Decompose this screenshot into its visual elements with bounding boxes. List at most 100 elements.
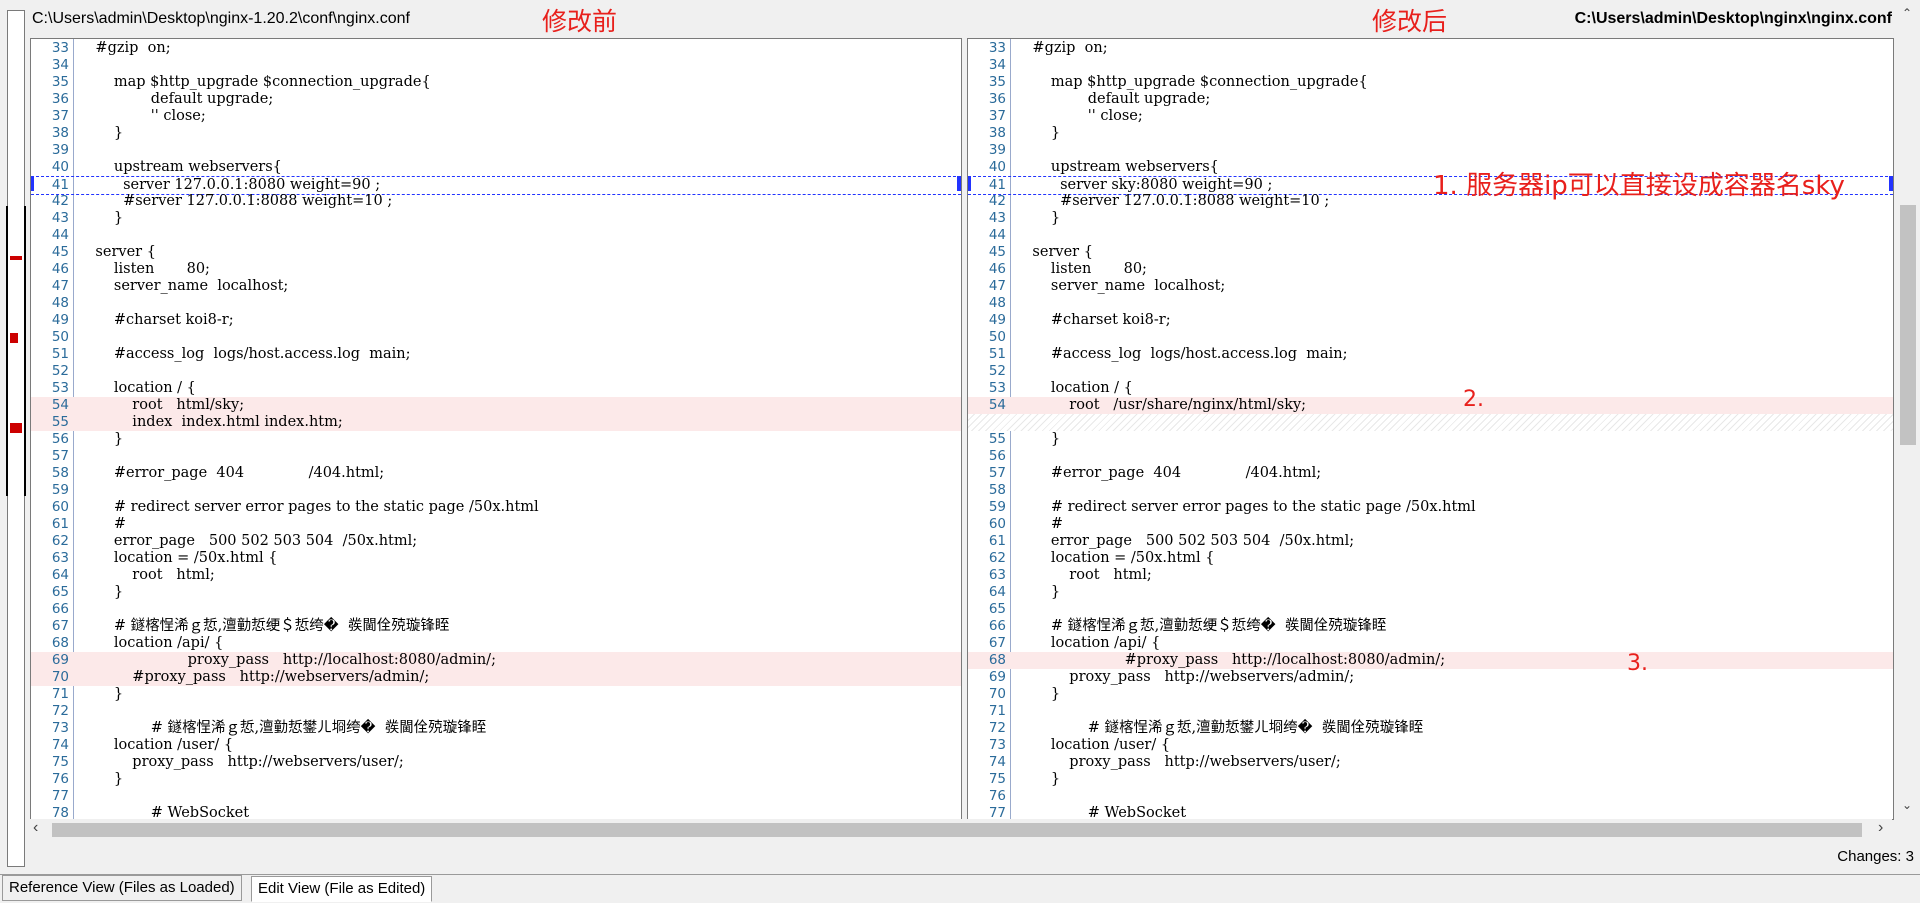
- code-line[interactable]: 77: [31, 788, 961, 805]
- code-line[interactable]: 63 location = /50x.html {: [31, 550, 961, 567]
- code-line[interactable]: 34: [31, 57, 961, 74]
- code-line[interactable]: 38 }: [968, 125, 1893, 142]
- code-line[interactable]: 70 }: [968, 686, 1893, 703]
- code-line[interactable]: 45 server {: [968, 244, 1893, 261]
- code-line[interactable]: 68 #proxy_pass http://localhost:8080/adm…: [968, 652, 1893, 669]
- code-line[interactable]: 47 server_name localhost;: [968, 278, 1893, 295]
- code-line[interactable]: 47 server_name localhost;: [31, 278, 961, 295]
- change-marker[interactable]: [10, 333, 18, 343]
- code-line[interactable]: 40 upstream webservers{: [31, 159, 961, 176]
- code-line[interactable]: 62 error_page 500 502 503 504 /50x.html;: [31, 533, 961, 550]
- code-line[interactable]: 74 proxy_pass http://webservers/user/;: [968, 754, 1893, 771]
- code-line[interactable]: 54 root html/sky;: [31, 397, 961, 414]
- code-line[interactable]: 66: [31, 601, 961, 618]
- horizontal-scrollbar[interactable]: ‹ ›: [30, 819, 1892, 841]
- change-marker[interactable]: [10, 256, 22, 260]
- code-line[interactable]: 65 }: [31, 584, 961, 601]
- code-line[interactable]: 35 map $http_upgrade $connection_upgrade…: [31, 74, 961, 91]
- code-line[interactable]: 71 }: [31, 686, 961, 703]
- scroll-up-icon[interactable]: ⌃: [1902, 6, 1912, 20]
- right-editor-pane[interactable]: 33 #gzip on; 34 35 map $http_upgrade $conn…: [967, 38, 1894, 820]
- code-line[interactable]: 60 # redirect server error pages to the …: [31, 499, 961, 516]
- code-line[interactable]: 59: [31, 482, 961, 499]
- code-line[interactable]: 46 listen 80;: [968, 261, 1893, 278]
- code-line[interactable]: 65: [968, 601, 1893, 618]
- code-line[interactable]: 49 #charset koi8-r;: [968, 312, 1893, 329]
- vertical-scrollbar[interactable]: ⌃ ⌄: [1896, 0, 1920, 826]
- code-line[interactable]: 70 #proxy_pass http://webservers/admin/;: [31, 669, 961, 686]
- code-line[interactable]: 75 }: [968, 771, 1893, 788]
- code-line[interactable]: 37 '' close;: [31, 108, 961, 125]
- code-line[interactable]: 63 root html;: [968, 567, 1893, 584]
- code-line[interactable]: 44: [31, 227, 961, 244]
- code-line[interactable]: 61 #: [31, 516, 961, 533]
- code-line[interactable]: 56: [968, 448, 1893, 465]
- code-line[interactable]: [968, 414, 1893, 431]
- code-line[interactable]: 76: [968, 788, 1893, 805]
- change-marker[interactable]: [10, 423, 22, 433]
- code-line[interactable]: 72: [31, 703, 961, 720]
- code-line[interactable]: 43 }: [968, 210, 1893, 227]
- code-line[interactable]: 54 root /usr/share/nginx/html/sky;: [968, 397, 1893, 414]
- code-line[interactable]: 44: [968, 227, 1893, 244]
- code-line[interactable]: 39: [968, 142, 1893, 159]
- scroll-left-icon[interactable]: ‹: [33, 819, 38, 837]
- scroll-thumb[interactable]: [1900, 205, 1916, 445]
- code-line[interactable]: 69 proxy_pass http://localhost:8080/admi…: [31, 652, 961, 669]
- code-line[interactable]: 73 location /user/ {: [968, 737, 1893, 754]
- left-editor-pane[interactable]: 33 #gzip on; 34 35 map $http_upgrade $conn…: [30, 38, 962, 820]
- code-line[interactable]: 51 #access_log logs/host.access.log main…: [31, 346, 961, 363]
- code-line[interactable]: 52: [31, 363, 961, 380]
- code-line[interactable]: 49 #charset koi8-r;: [31, 312, 961, 329]
- code-line[interactable]: 55 index index.html index.htm;: [31, 414, 961, 431]
- code-line[interactable]: 72 # 鐩楁悜浠ｇ悊,澶勭悊鐢ㄦ埛绔� 彂閫佺殑璇锋眰: [968, 720, 1893, 737]
- code-line[interactable]: 61 error_page 500 502 503 504 /50x.html;: [968, 533, 1893, 550]
- code-line[interactable]: 76 }: [31, 771, 961, 788]
- code-line[interactable]: 67 location /api/ {: [968, 635, 1893, 652]
- code-line[interactable]: 55 }: [968, 431, 1893, 448]
- code-line[interactable]: 75 proxy_pass http://webservers/user/;: [31, 754, 961, 771]
- code-line[interactable]: 43 }: [31, 210, 961, 227]
- code-line[interactable]: 35 map $http_upgrade $connection_upgrade…: [968, 74, 1893, 91]
- code-line[interactable]: 39: [31, 142, 961, 159]
- code-line[interactable]: 37 '' close;: [968, 108, 1893, 125]
- code-line[interactable]: 68 location /api/ {: [31, 635, 961, 652]
- scroll-right-icon[interactable]: ›: [1878, 819, 1883, 837]
- code-line[interactable]: 38 }: [31, 125, 961, 142]
- code-line[interactable]: 53 location / {: [31, 380, 961, 397]
- code-line[interactable]: 46 listen 80;: [31, 261, 961, 278]
- code-line[interactable]: 50: [968, 329, 1893, 346]
- overview-strip[interactable]: [6, 10, 26, 867]
- hscroll-thumb[interactable]: [52, 823, 1862, 837]
- code-line[interactable]: 45 server {: [31, 244, 961, 261]
- code-line[interactable]: 57: [31, 448, 961, 465]
- code-line[interactable]: 64 }: [968, 584, 1893, 601]
- code-line[interactable]: 60 #: [968, 516, 1893, 533]
- code-line[interactable]: 58: [968, 482, 1893, 499]
- code-line[interactable]: 48: [31, 295, 961, 312]
- code-line[interactable]: 71: [968, 703, 1893, 720]
- tab-edit-view[interactable]: Edit View (File as Edited): [251, 876, 433, 902]
- code-line[interactable]: 56 }: [31, 431, 961, 448]
- code-line[interactable]: 69 proxy_pass http://webservers/admin/;: [968, 669, 1893, 686]
- code-line[interactable]: 52: [968, 363, 1893, 380]
- code-line[interactable]: 59 # redirect server error pages to the …: [968, 499, 1893, 516]
- code-line[interactable]: 33 #gzip on;: [31, 40, 961, 57]
- code-line[interactable]: 73 # 鐩楁悜浠ｇ悊,澶勭悊鐢ㄦ埛绔� 彂閫佺殑璇锋眰: [31, 720, 961, 737]
- code-line[interactable]: 58 #error_page 404 /404.html;: [31, 465, 961, 482]
- code-line[interactable]: 78 # WebSocket: [31, 805, 961, 819]
- code-line[interactable]: 36 default upgrade;: [968, 91, 1893, 108]
- code-line[interactable]: 62 location = /50x.html {: [968, 550, 1893, 567]
- code-line[interactable]: 67 # 鐩楁悜浠ｇ悊,澶勭悊绠＄悊绔� 彂閫佺殑璇锋眰: [31, 618, 961, 635]
- code-line[interactable]: 66 # 鐩楁悜浠ｇ悊,澶勭悊绠＄悊绔� 彂閫佺殑璇锋眰: [968, 618, 1893, 635]
- code-line[interactable]: 36 default upgrade;: [31, 91, 961, 108]
- code-line[interactable]: 42 #server 127.0.0.1:8088 weight=10 ;: [31, 193, 961, 210]
- code-line[interactable]: 50: [31, 329, 961, 346]
- tab-reference-view[interactable]: Reference View (Files as Loaded): [2, 875, 242, 901]
- code-line[interactable]: 77 # WebSocket: [968, 805, 1893, 819]
- code-line[interactable]: 74 location /user/ {: [31, 737, 961, 754]
- scroll-down-icon[interactable]: ⌄: [1902, 798, 1912, 812]
- code-line[interactable]: 53 location / {: [968, 380, 1893, 397]
- code-line[interactable]: 48: [968, 295, 1893, 312]
- code-line[interactable]: 33 #gzip on;: [968, 40, 1893, 57]
